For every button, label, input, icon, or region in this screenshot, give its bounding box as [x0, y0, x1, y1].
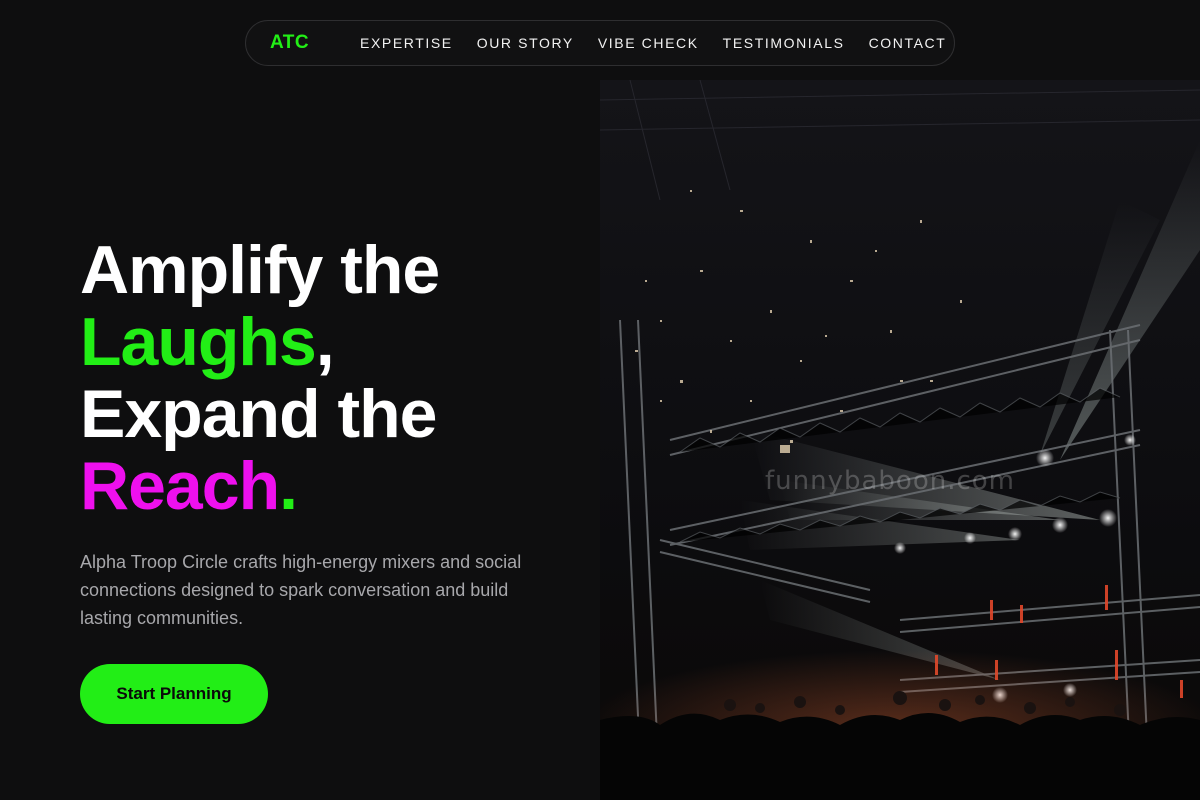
headline-line-4: Reach.	[80, 450, 439, 522]
headline-comma: ,	[315, 304, 335, 380]
nav-link-expertise[interactable]: EXPERTISE	[360, 35, 453, 51]
logo[interactable]: ATC	[270, 32, 309, 54]
top-nav: ATC EXPERTISE OUR STORY VIBE CHECK TESTI…	[245, 20, 955, 66]
hero-subtext: Alpha Troop Circle crafts high-energy mi…	[80, 552, 522, 628]
headline-line-3: Expand the	[80, 376, 438, 452]
headline-accent-laughs: Laughs	[80, 304, 317, 380]
image-watermark: funnybaboon.com	[765, 466, 1016, 496]
nav-links: EXPERTISE OUR STORY VIBE CHECK TESTIMONI…	[360, 21, 946, 65]
nav-link-testimonials[interactable]: TESTIMONIALS	[723, 35, 845, 51]
start-planning-button[interactable]: Start Planning	[80, 664, 268, 724]
headline-line-1: Amplify the	[80, 232, 440, 308]
nav-link-vibe-check[interactable]: VIBE CHECK	[598, 35, 699, 51]
headline-period: .	[279, 448, 298, 524]
nav-link-contact[interactable]: CONTACT	[869, 35, 947, 51]
hero-headline: Amplify the Laughs, Expand the Reach.	[80, 232, 440, 522]
landing-page: ATC EXPERTISE OUR STORY VIBE CHECK TESTI…	[0, 0, 1200, 800]
headline-line-2: Laughs,	[80, 306, 439, 378]
concert-scene-graphic	[600, 80, 1200, 800]
concert-hero-image: funnybaboon.com	[600, 80, 1200, 800]
nav-link-our-story[interactable]: OUR STORY	[477, 35, 574, 51]
headline-accent-reach: Reach	[80, 448, 280, 524]
